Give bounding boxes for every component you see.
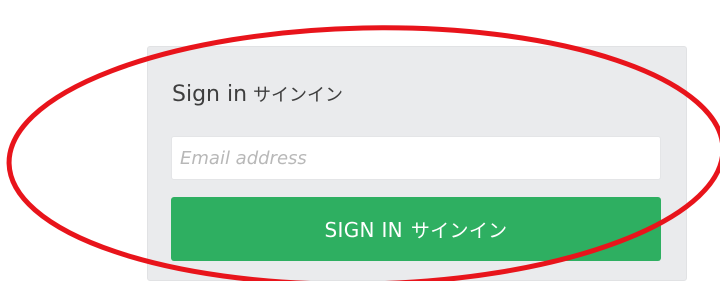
signin-title: Sign in サインイン <box>172 81 343 107</box>
email-field[interactable] <box>171 136 661 180</box>
signin-title-label: Sign in <box>172 82 248 107</box>
screenshot-stage: Sign inサインイン SIGN INサインイン <box>0 0 720 281</box>
sign-in-button-jp-label: サインイン <box>410 219 508 242</box>
sign-in-button-label: SIGN IN <box>324 217 403 242</box>
sign-in-button[interactable]: SIGN IN サインイン <box>171 197 661 261</box>
signin-panel: Sign inサインイン SIGN INサインイン <box>147 46 687 281</box>
signin-title-jp-label: サインイン <box>253 85 344 106</box>
